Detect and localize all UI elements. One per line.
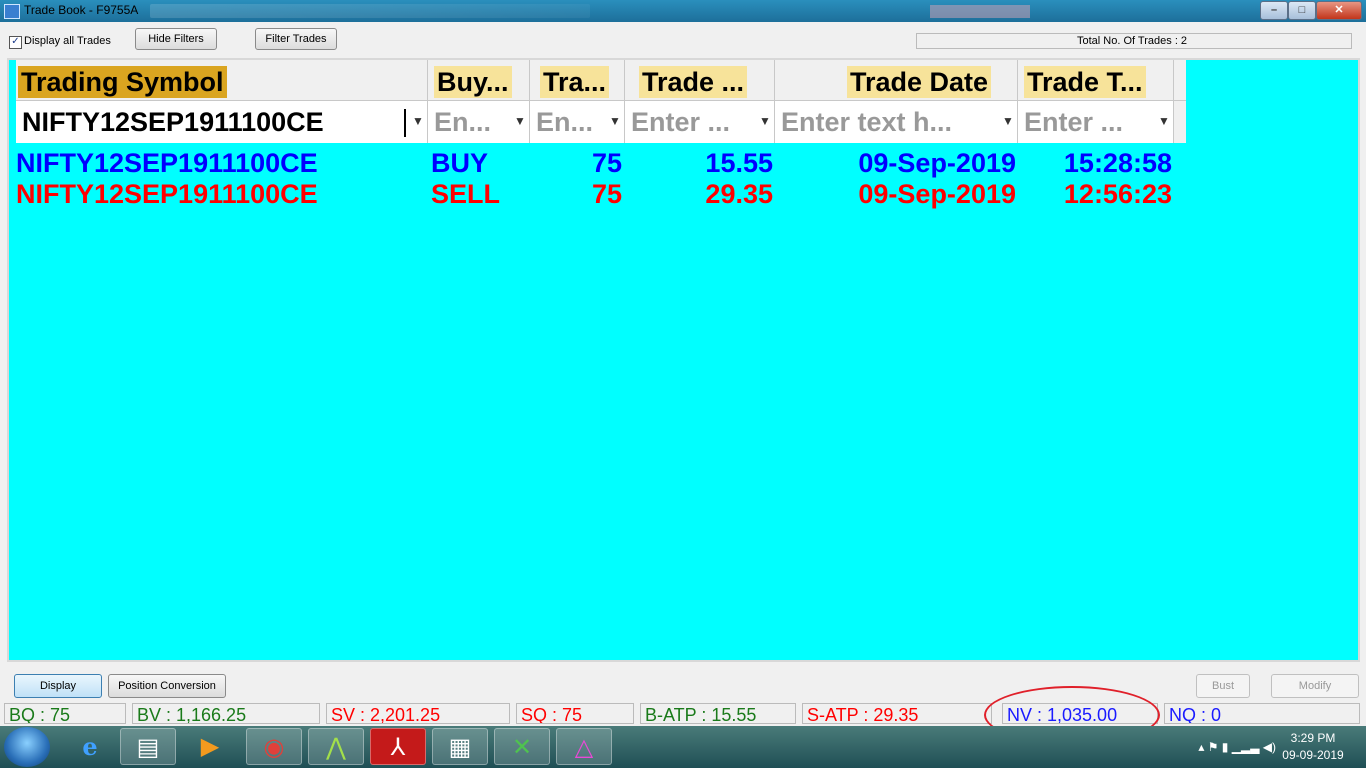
- filter-placeholder[interactable]: Enter ...: [631, 105, 730, 139]
- title-bar: Trade Book - F9755A – □ ✕: [0, 0, 1366, 22]
- column-header-label: Trade ...: [639, 66, 748, 98]
- app-icon: [4, 4, 20, 19]
- filter-placeholder[interactable]: En...: [536, 105, 593, 139]
- filter-icon[interactable]: ▼: [608, 113, 622, 129]
- column-header-buy-sell[interactable]: Buy...: [428, 60, 530, 100]
- sell-value: SV : 2,201.25: [326, 703, 510, 724]
- filter-trading-symbol[interactable]: NIFTY12SEP1911100CE ▼: [16, 101, 428, 143]
- column-header-label: Trade T...: [1024, 66, 1146, 98]
- chrome-icon[interactable]: ◉: [246, 728, 302, 765]
- column-header-label: Tra...: [540, 66, 610, 98]
- display-button[interactable]: Display: [14, 674, 102, 698]
- column-header-label: Trade Date: [847, 66, 992, 98]
- column-header-trade-time[interactable]: Trade T...: [1018, 60, 1174, 100]
- table-row[interactable]: NIFTY12SEP1911100CE BUY 75 15.55 09-Sep-…: [16, 148, 1186, 178]
- maximize-button[interactable]: □: [1288, 1, 1316, 20]
- filter-buy-sell[interactable]: En... ▼: [428, 101, 530, 143]
- taskbar: e ▤ ▶ ◉ ⋀ ⅄ ▦ ✕ △ ▴ ⚑ ▮ ▁▂▃ ◀) 3:29 PM 0…: [0, 726, 1366, 768]
- modify-button[interactable]: Modify: [1271, 674, 1359, 698]
- column-header-trade-price[interactable]: Trade ...: [625, 60, 775, 100]
- system-tray[interactable]: ▴ ⚑ ▮ ▁▂▃ ◀): [1198, 740, 1276, 754]
- column-header-trade-date[interactable]: Trade Date: [775, 60, 1018, 100]
- sell-quantity: SQ : 75: [516, 703, 634, 724]
- excel-icon[interactable]: ✕: [494, 728, 550, 765]
- filter-trade-price[interactable]: Enter ... ▼: [625, 101, 775, 143]
- toolbar: ✓ Display all Trades Hide Filters Filter…: [0, 22, 1366, 56]
- clock-date: 09-09-2019: [1282, 748, 1344, 762]
- position-conversion-button[interactable]: Position Conversion: [108, 674, 226, 698]
- filter-trade-qty[interactable]: En... ▼: [530, 101, 625, 143]
- title-bar-blurred-area: [150, 4, 590, 18]
- clock-time: 3:29 PM: [1290, 731, 1336, 745]
- grid-header-row: Trading Symbol Buy... Tra... Trade ... T…: [16, 60, 1186, 100]
- filter-placeholder[interactable]: Enter ...: [1024, 105, 1123, 139]
- filter-trade-date[interactable]: Enter text h... ▼: [775, 101, 1018, 143]
- display-all-trades-checkbox[interactable]: ✓: [9, 36, 22, 49]
- clock[interactable]: 3:29 PM 09-09-2019: [1278, 730, 1348, 764]
- buy-quantity: BQ : 75: [4, 703, 126, 724]
- display-all-trades-label: Display all Trades: [24, 35, 111, 47]
- filter-icon[interactable]: ▼: [411, 113, 425, 129]
- total-trades-text: Total No. Of Trades : 2: [1077, 35, 1188, 47]
- column-header-label: Trading Symbol: [18, 66, 227, 98]
- pdf-reader-icon[interactable]: ⅄: [370, 728, 426, 765]
- filter-icon[interactable]: ▼: [758, 113, 772, 129]
- calculator-icon[interactable]: ▦: [432, 728, 488, 765]
- net-quantity: NQ : 0: [1164, 703, 1360, 724]
- trade-grid: Trading Symbol Buy... Tra... Trade ... T…: [7, 58, 1360, 662]
- filter-icon[interactable]: ▼: [1157, 113, 1171, 129]
- summary-status-bar: BQ : 75 BV : 1,166.25 SV : 2,201.25 SQ :…: [0, 702, 1366, 726]
- filter-placeholder[interactable]: En...: [434, 105, 491, 139]
- cell-trade-time: 12:56:23: [1063, 179, 1172, 209]
- internet-explorer-icon[interactable]: e: [62, 728, 118, 765]
- column-header-trading-symbol[interactable]: Trading Symbol: [16, 60, 428, 100]
- filter-value[interactable]: NIFTY12SEP1911100CE: [22, 105, 324, 139]
- filter-icon[interactable]: ▼: [513, 113, 527, 129]
- buy-value: BV : 1,166.25: [132, 703, 320, 724]
- table-row[interactable]: NIFTY12SEP1911100CE SELL 75 29.35 09-Sep…: [16, 179, 1186, 209]
- column-header-label: Buy...: [434, 66, 512, 98]
- filter-trades-button[interactable]: Filter Trades: [255, 28, 337, 50]
- total-trades-box: Total No. Of Trades : 2: [916, 33, 1352, 49]
- sell-average-price: S-ATP : 29.35: [802, 703, 992, 724]
- file-explorer-icon[interactable]: ▤: [120, 728, 176, 765]
- trading-terminal-icon[interactable]: ⋀: [308, 728, 364, 765]
- trading-app-icon[interactable]: △: [556, 728, 612, 765]
- cell-trade-time: 15:28:58: [1063, 148, 1172, 178]
- column-header-trade-qty[interactable]: Tra...: [530, 60, 625, 100]
- bust-button[interactable]: Bust: [1196, 674, 1250, 698]
- title-bar-blurred-tab: [930, 5, 1030, 18]
- hide-filters-button[interactable]: Hide Filters: [135, 28, 217, 50]
- filter-placeholder[interactable]: Enter text h...: [781, 105, 952, 139]
- minimize-button[interactable]: –: [1260, 1, 1288, 20]
- grid-filter-row: NIFTY12SEP1911100CE ▼ En... ▼ En... ▼ En…: [16, 100, 1186, 143]
- text-caret: [404, 109, 406, 137]
- filter-icon[interactable]: ▼: [1001, 113, 1015, 129]
- media-player-icon[interactable]: ▶: [182, 728, 238, 765]
- filter-trade-time[interactable]: Enter ... ▼: [1018, 101, 1174, 143]
- windows-start-icon[interactable]: [4, 727, 50, 767]
- window-title: Trade Book - F9755A: [24, 3, 139, 17]
- close-button[interactable]: ✕: [1316, 1, 1362, 20]
- buy-average-price: B-ATP : 15.55: [640, 703, 796, 724]
